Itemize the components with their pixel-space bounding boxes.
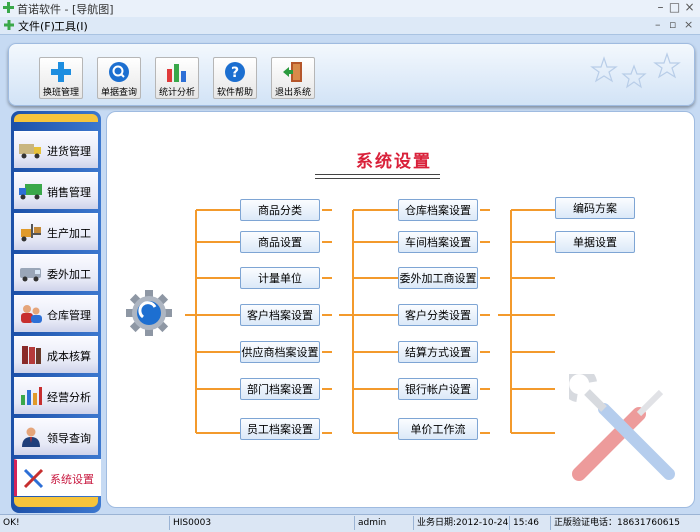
btn-workshop-records[interactable]: 车间档案设置 xyxy=(398,231,478,253)
document-query-button[interactable]: 单据查询 xyxy=(97,57,141,99)
help-button[interactable]: ? 软件帮助 xyxy=(213,57,257,99)
maximize-button[interactable]: □ xyxy=(668,0,681,14)
nav-label: 系统设置 xyxy=(50,473,94,486)
mdi-child-icon[interactable] xyxy=(4,20,14,30)
nav-top-bar xyxy=(14,114,98,122)
nav-item-warehouse[interactable]: 仓库管理 xyxy=(14,295,98,332)
nav-item-production[interactable]: 生产加工 xyxy=(14,213,98,250)
nav-item-outsourcing[interactable]: 委外加工 xyxy=(14,254,98,291)
plus-icon xyxy=(51,62,71,82)
status-user: admin xyxy=(354,516,413,530)
menu-file[interactable]: 文件(F) xyxy=(18,18,55,34)
van-icon xyxy=(20,268,41,282)
statistics-button[interactable]: 统计分析 xyxy=(155,57,199,99)
exit-button[interactable]: 退出系统 xyxy=(271,57,315,99)
help-icon: ? xyxy=(225,62,245,82)
btn-settlement-method[interactable]: 结算方式设置 xyxy=(398,341,478,363)
child-close-button[interactable]: × xyxy=(684,18,693,31)
status-phone: 正版验证电话：18631760615 xyxy=(550,516,700,530)
child-restore-button[interactable]: ▫ xyxy=(669,18,676,31)
btn-warehouse-records[interactable]: 仓库档案设置 xyxy=(398,199,478,221)
nav-label: 销售管理 xyxy=(47,186,91,199)
title-bar: 首诺软件 - [导航图] – □ × xyxy=(0,0,700,18)
bar-chart-icon xyxy=(167,64,186,82)
btn-supplier-records[interactable]: 供应商档案设置 xyxy=(240,341,320,363)
btn-department-records[interactable]: 部门档案设置 xyxy=(240,378,320,400)
toolbar-label: 软件帮助 xyxy=(216,88,253,98)
shift-management-button[interactable]: 换班管理 xyxy=(39,57,83,99)
nav-label: 仓库管理 xyxy=(47,309,91,322)
star-decoration xyxy=(590,52,681,89)
system-settings-panel: 系统设置 商品分类 商品设置 计量单位 客户档案设置 供应商档案设置 部门档案设… xyxy=(106,111,695,508)
btn-product-category[interactable]: 商品分类 xyxy=(240,199,320,221)
child-minimize-button[interactable]: – xyxy=(655,18,661,31)
toolbar-label: 单据查询 xyxy=(100,88,137,98)
status-code: HIS0003 xyxy=(169,516,354,530)
window-title: 首诺软件 - [导航图] xyxy=(17,3,114,16)
nav-label: 委外加工 xyxy=(47,268,91,281)
nav-label: 成本核算 xyxy=(47,350,91,363)
app-icon xyxy=(3,2,14,13)
nav-item-system-settings[interactable]: 系统设置 xyxy=(14,459,101,496)
tools-icon xyxy=(23,468,44,489)
gear-icon xyxy=(126,290,172,336)
exit-door-icon xyxy=(283,62,302,82)
nav-label: 进货管理 xyxy=(47,145,91,158)
btn-employee-records[interactable]: 员工档案设置 xyxy=(240,418,320,440)
nav-item-purchase[interactable]: 进货管理 xyxy=(14,131,98,168)
nav-item-sales[interactable]: 销售管理 xyxy=(14,172,98,209)
nav-item-leader-query[interactable]: 领导查询 xyxy=(14,418,98,455)
left-navigation: 进货管理 销售管理 生产加工 委外加工 仓库管理 成本核算 经营分析 领导查询 … xyxy=(11,111,101,513)
toolbar-label: 换班管理 xyxy=(42,88,79,98)
nav-bottom-bar xyxy=(14,497,98,507)
close-button[interactable]: × xyxy=(683,0,696,14)
status-business-date: 业务日期:2012-10-24 xyxy=(413,516,509,530)
btn-bank-account[interactable]: 银行帐户设置 xyxy=(398,378,478,400)
nav-label: 生产加工 xyxy=(47,227,91,240)
btn-customer-records[interactable]: 客户档案设置 xyxy=(240,304,320,326)
nav-label: 领导查询 xyxy=(47,432,91,445)
toolbar-label: 统计分析 xyxy=(158,88,195,98)
btn-product-settings[interactable]: 商品设置 xyxy=(240,231,320,253)
minimize-button[interactable]: – xyxy=(654,0,667,14)
toolbar-label: 退出系统 xyxy=(274,88,311,98)
menu-bar: 文件(F) 工具(I) – ▫ × xyxy=(0,17,700,35)
svg-text:?: ? xyxy=(231,65,239,81)
nav-item-business-analysis[interactable]: 经营分析 xyxy=(14,377,98,414)
toolbar: 换班管理 单据查询 统计分析 ? 软件帮助 退出系统 xyxy=(8,43,695,106)
btn-outsourcer-settings[interactable]: 委外加工商设置 xyxy=(398,267,478,289)
users-icon xyxy=(21,305,42,323)
delivery-truck-icon xyxy=(19,184,42,200)
magnifier-icon xyxy=(109,62,129,82)
status-time: 15:46 xyxy=(509,516,552,530)
btn-unit-of-measure[interactable]: 计量单位 xyxy=(240,267,320,289)
status-bar: OK! HIS0003 admin 业务日期:2012-10-24 15:46 … xyxy=(0,514,700,532)
btn-coding-scheme[interactable]: 编码方案 xyxy=(555,197,635,219)
nav-label: 经营分析 xyxy=(47,391,91,404)
btn-customer-category[interactable]: 客户分类设置 xyxy=(398,304,478,326)
leader-icon xyxy=(22,427,40,447)
books-icon xyxy=(22,346,41,364)
truck-icon xyxy=(19,144,41,159)
forklift-icon xyxy=(21,224,41,242)
btn-price-workflow[interactable]: 单价工作流 xyxy=(398,418,478,440)
menu-tools[interactable]: 工具(I) xyxy=(54,18,88,34)
wrench-screwdriver-icon xyxy=(569,374,675,481)
status-message: OK! xyxy=(3,518,20,528)
chart-icon xyxy=(21,387,42,405)
btn-document-settings[interactable]: 单据设置 xyxy=(555,231,635,253)
nav-item-cost-accounting[interactable]: 成本核算 xyxy=(14,336,98,373)
